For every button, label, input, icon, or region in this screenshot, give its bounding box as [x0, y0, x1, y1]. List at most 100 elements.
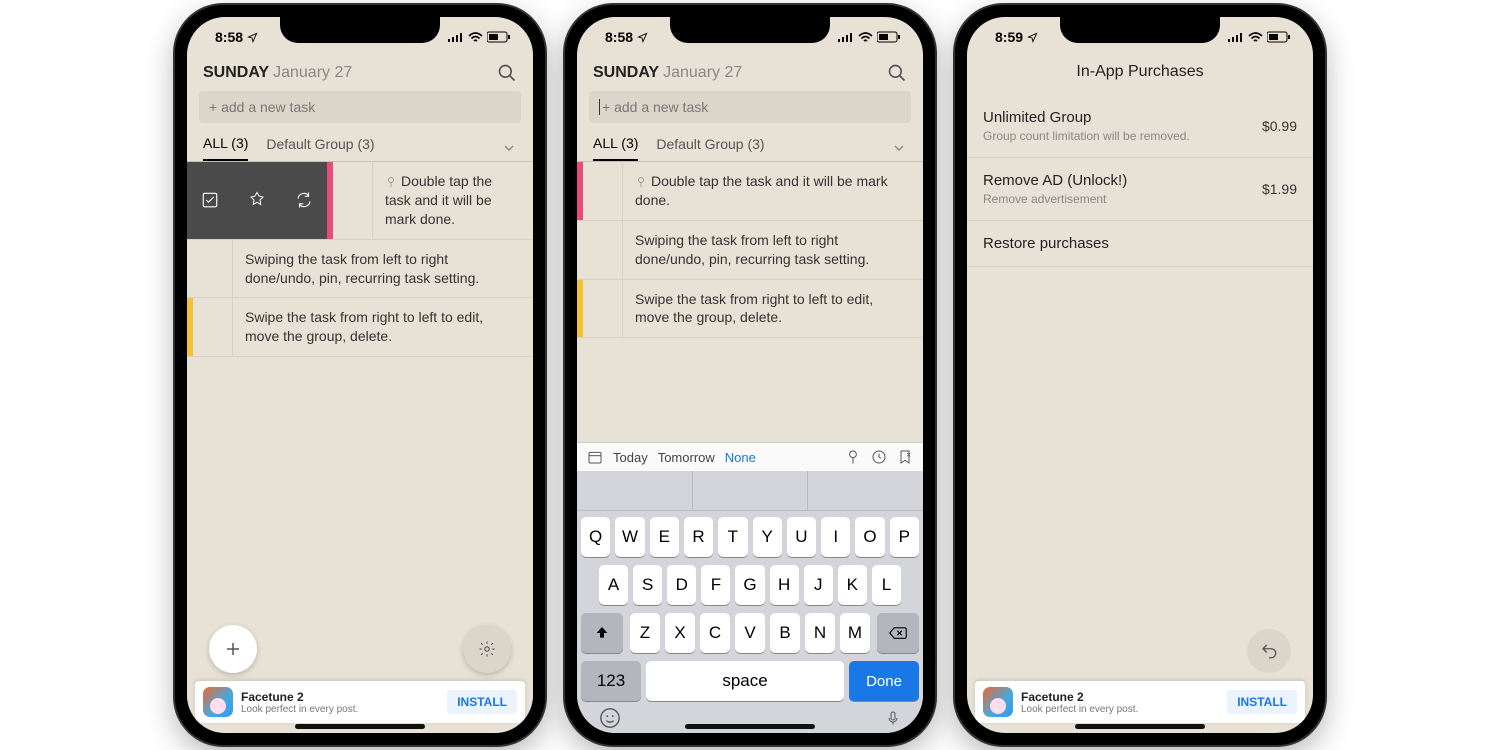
task-row[interactable]: Double tap the task and it will be mark …: [187, 162, 533, 240]
key-n[interactable]: N: [805, 613, 835, 653]
signal-icon: [1228, 32, 1244, 43]
tab-all[interactable]: ALL (3): [203, 135, 248, 161]
battery-icon: [487, 31, 511, 43]
add-task-input[interactable]: + add a new task: [589, 91, 911, 123]
iap-item-title: Unlimited Group: [983, 109, 1190, 126]
task-list: Double tap the task and it will be mark …: [577, 162, 923, 442]
mic-icon[interactable]: [885, 707, 901, 729]
ad-install-button[interactable]: INSTALL: [447, 690, 517, 714]
task-body: Swiping the task from left to right done…: [623, 221, 923, 279]
tab-all[interactable]: ALL (3): [593, 135, 638, 161]
key-l[interactable]: L: [872, 565, 901, 605]
task-row[interactable]: Double tap the task and it will be mark …: [577, 162, 923, 221]
numeric-key[interactable]: 123: [581, 661, 641, 701]
key-t[interactable]: T: [718, 517, 747, 557]
key-v[interactable]: V: [735, 613, 765, 653]
backspace-key[interactable]: [877, 613, 919, 653]
gear-icon: [478, 640, 496, 658]
recurring-icon[interactable]: [295, 191, 313, 209]
pin-icon[interactable]: [248, 191, 266, 209]
clock-icon[interactable]: [871, 449, 887, 465]
key-r[interactable]: R: [684, 517, 713, 557]
task-checkbox[interactable]: [193, 240, 233, 298]
key-m[interactable]: M: [840, 613, 870, 653]
task-body: Swiping the task from left to right done…: [233, 240, 533, 298]
emoji-icon[interactable]: [599, 707, 621, 729]
wifi-icon: [468, 32, 483, 43]
settings-button[interactable]: [463, 625, 511, 673]
key-s[interactable]: S: [633, 565, 662, 605]
iap-item[interactable]: Unlimited Group Group count limitation w…: [967, 95, 1313, 158]
task-row[interactable]: Swipe the task from right to left to edi…: [577, 280, 923, 339]
add-task-placeholder: + add a new task: [602, 99, 708, 115]
task-row[interactable]: Swipe the task from right to left to edi…: [187, 298, 533, 357]
task-checkbox[interactable]: [583, 162, 623, 220]
iap-price: $0.99: [1262, 118, 1297, 134]
key-p[interactable]: P: [890, 517, 919, 557]
shift-key[interactable]: [581, 613, 623, 653]
search-icon[interactable]: [887, 63, 907, 83]
key-a[interactable]: A: [599, 565, 628, 605]
pin-icon[interactable]: [845, 449, 861, 465]
chevron-down-icon[interactable]: [501, 140, 517, 156]
phone-2: 8:58 SUNDAYJanuary 27 + add a new task A…: [565, 5, 935, 745]
predictive-bar[interactable]: [577, 471, 923, 511]
add-task-input[interactable]: + add a new task: [199, 91, 521, 123]
key-b[interactable]: B: [770, 613, 800, 653]
task-checkbox[interactable]: [583, 221, 623, 279]
key-f[interactable]: F: [701, 565, 730, 605]
clock: 8:59: [995, 29, 1023, 45]
date-today[interactable]: Today: [613, 450, 648, 465]
ad-title: Facetune 2: [1021, 690, 1219, 704]
ad-install-button[interactable]: INSTALL: [1227, 690, 1297, 714]
wifi-icon: [858, 32, 873, 43]
task-body: Swipe the task from right to left to edi…: [623, 280, 923, 338]
key-w[interactable]: W: [615, 517, 644, 557]
key-k[interactable]: K: [838, 565, 867, 605]
bookmark-x-icon[interactable]: [897, 449, 913, 465]
search-icon[interactable]: [497, 63, 517, 83]
done-icon[interactable]: [201, 191, 219, 209]
space-key[interactable]: space: [646, 661, 844, 701]
calendar-icon[interactable]: [587, 449, 603, 465]
chevron-down-icon[interactable]: [891, 140, 907, 156]
home-indicator[interactable]: [295, 724, 425, 729]
signal-icon: [838, 32, 854, 43]
add-task-placeholder: + add a new task: [209, 99, 315, 115]
key-i[interactable]: I: [821, 517, 850, 557]
key-j[interactable]: J: [804, 565, 833, 605]
task-body: Double tap the task and it will be mark …: [623, 162, 923, 220]
date-tomorrow[interactable]: Tomorrow: [658, 450, 715, 465]
key-o[interactable]: O: [855, 517, 884, 557]
key-u[interactable]: U: [787, 517, 816, 557]
date-none[interactable]: None: [725, 450, 756, 465]
home-indicator[interactable]: [685, 724, 815, 729]
task-checkbox[interactable]: [193, 298, 233, 356]
key-d[interactable]: D: [667, 565, 696, 605]
home-indicator[interactable]: [1075, 724, 1205, 729]
tab-default-group[interactable]: Default Group (3): [656, 136, 764, 160]
iap-item[interactable]: Remove AD (Unlock!) Remove advertisement…: [967, 158, 1313, 221]
undo-button[interactable]: [1247, 629, 1291, 673]
task-checkbox[interactable]: [333, 162, 373, 239]
ad-banner[interactable]: Facetune 2 Look perfect in every post. I…: [975, 681, 1305, 723]
key-c[interactable]: C: [700, 613, 730, 653]
task-row[interactable]: Swiping the task from left to right done…: [187, 240, 533, 299]
key-e[interactable]: E: [650, 517, 679, 557]
key-h[interactable]: H: [770, 565, 799, 605]
restore-purchases[interactable]: Restore purchases: [967, 221, 1313, 267]
tab-default-group[interactable]: Default Group (3): [266, 136, 374, 160]
task-checkbox[interactable]: [583, 280, 623, 338]
key-x[interactable]: X: [665, 613, 695, 653]
ad-subtitle: Look perfect in every post.: [241, 704, 439, 715]
ad-banner[interactable]: Facetune 2 Look perfect in every post. I…: [195, 681, 525, 723]
key-z[interactable]: Z: [630, 613, 660, 653]
ad-app-icon: [983, 687, 1013, 717]
key-q[interactable]: Q: [581, 517, 610, 557]
iap-item-sub: Group count limitation will be removed.: [983, 129, 1190, 143]
add-button[interactable]: [209, 625, 257, 673]
key-g[interactable]: G: [735, 565, 764, 605]
key-y[interactable]: Y: [753, 517, 782, 557]
done-key[interactable]: Done: [849, 661, 919, 701]
task-row[interactable]: Swiping the task from left to right done…: [577, 221, 923, 280]
